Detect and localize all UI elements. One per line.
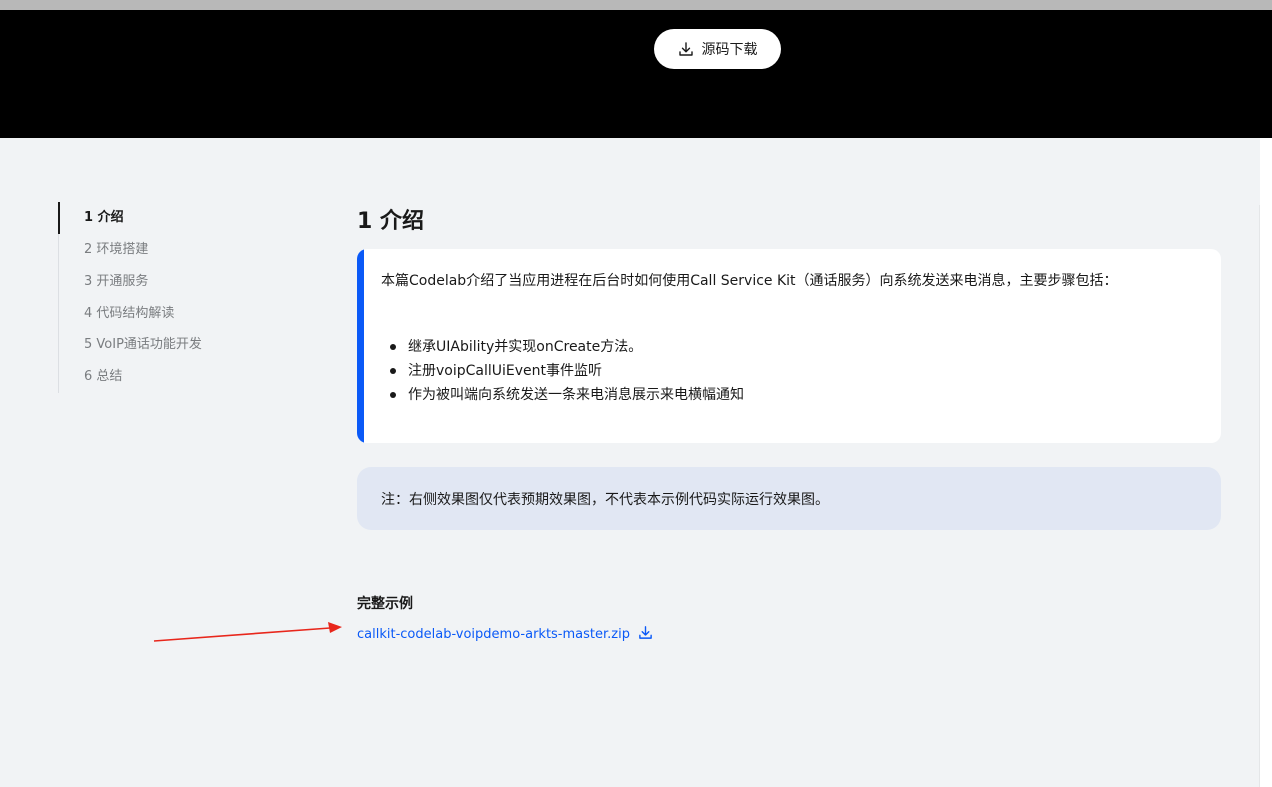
right-panel-edge bbox=[1260, 138, 1272, 787]
toc-active-marker bbox=[58, 202, 60, 234]
browser-top-strip bbox=[0, 0, 1272, 10]
annotation-arrow bbox=[153, 622, 342, 642]
intro-bullet-list: 继承UIAbility并实现onCreate方法。 注册voipCallUiEv… bbox=[381, 335, 1181, 407]
intro-card: 本篇Codelab介绍了当应用进程在后台时如何使用Call Service Ki… bbox=[357, 249, 1221, 443]
list-item: 作为被叫端向系统发送一条来电消息展示来电横幅通知 bbox=[381, 383, 1181, 407]
example-heading: 完整示例 bbox=[357, 596, 413, 612]
download-icon[interactable] bbox=[638, 625, 653, 644]
toc-item-intro[interactable]: 1 介绍 bbox=[84, 209, 124, 227]
example-download-link[interactable]: callkit-codelab-voipdemo-arkts-master.zi… bbox=[357, 625, 653, 644]
download-icon bbox=[678, 41, 694, 57]
source-download-label: 源码下载 bbox=[701, 42, 758, 58]
toc-item-summary[interactable]: 6 总结 bbox=[84, 368, 122, 386]
intro-card-accent bbox=[357, 249, 364, 443]
toc-item-service[interactable]: 3 开通服务 bbox=[84, 273, 148, 291]
toc-item-code-structure[interactable]: 4 代码结构解读 bbox=[84, 305, 174, 323]
source-download-button[interactable]: 源码下载 bbox=[654, 29, 781, 69]
toc-item-environment[interactable]: 2 环境搭建 bbox=[84, 241, 148, 259]
table-of-contents: 1 介绍 2 环境搭建 3 开通服务 4 代码结构解读 5 VoIP通话功能开发… bbox=[58, 202, 258, 393]
intro-text: 本篇Codelab介绍了当应用进程在后台时如何使用Call Service Ki… bbox=[381, 273, 1118, 289]
list-item: 继承UIAbility并实现onCreate方法。 bbox=[381, 335, 1181, 359]
example-link-text[interactable]: callkit-codelab-voipdemo-arkts-master.zi… bbox=[357, 627, 630, 642]
right-panel-divider bbox=[1259, 205, 1260, 787]
hero-banner: 源码下载 bbox=[0, 10, 1272, 138]
toc-item-voip-dev[interactable]: 5 VoIP通话功能开发 bbox=[84, 336, 202, 354]
note-card: 注：右侧效果图仅代表预期效果图，不代表本示例代码实际运行效果图。 bbox=[357, 467, 1221, 530]
note-text: 注：右侧效果图仅代表预期效果图，不代表本示例代码实际运行效果图。 bbox=[381, 491, 829, 508]
list-item: 注册voipCallUiEvent事件监听 bbox=[381, 359, 1181, 383]
section-title: 1 介绍 bbox=[357, 209, 424, 234]
